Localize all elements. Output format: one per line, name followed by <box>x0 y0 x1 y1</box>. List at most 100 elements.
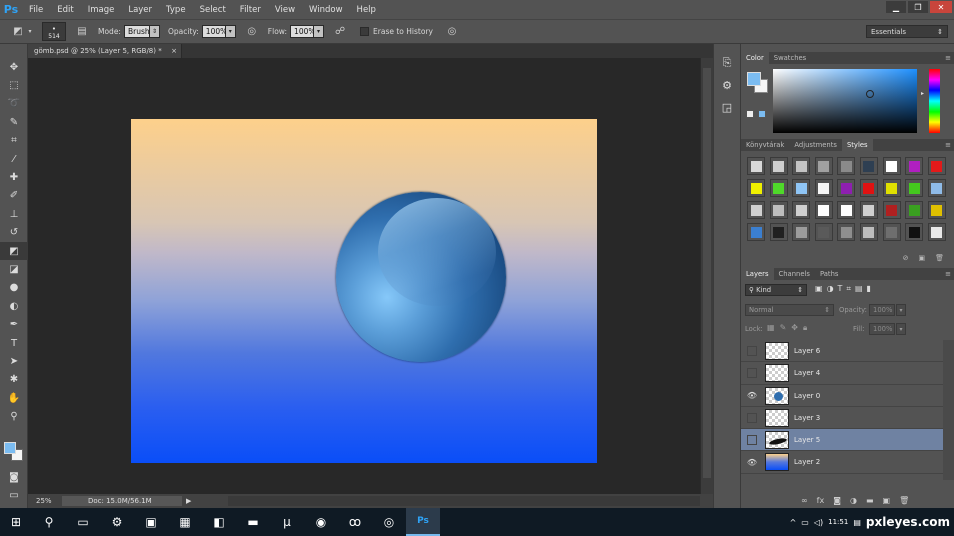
file-explorer-icon[interactable]: ▬ <box>236 508 270 536</box>
clock[interactable]: 11:51 <box>828 518 848 526</box>
mode-select[interactable]: Brush <box>123 25 150 38</box>
history-brush-icon[interactable]: ↺ <box>0 224 28 242</box>
panel-menu-icon[interactable]: ≡ <box>945 54 951 62</box>
style-preset[interactable] <box>882 201 901 219</box>
lock-all-icon[interactable]: 🔒︎ <box>803 323 807 333</box>
filter-pixel-icon[interactable]: ▣ <box>815 284 823 294</box>
brush-icon[interactable]: ✐ <box>0 187 28 205</box>
calculator-icon[interactable]: ▦ <box>168 508 202 536</box>
workspace-select[interactable]: Essentials ⇕ <box>866 25 948 38</box>
panel-menu-icon[interactable]: ≡ <box>945 141 951 149</box>
style-preset[interactable] <box>769 157 788 175</box>
task-view-icon[interactable]: ▭ <box>66 508 100 536</box>
network-icon[interactable]: ▭ <box>801 518 809 527</box>
fill-input[interactable]: 100% <box>869 323 895 335</box>
tab-styles[interactable]: Styles <box>841 139 873 151</box>
screen-mode-icon[interactable]: ▭ <box>0 486 28 504</box>
notes-icon[interactable]: ◧ <box>202 508 236 536</box>
swirl-app-icon[interactable]: ꝏ <box>338 508 372 536</box>
pen-icon[interactable]: ✒ <box>0 315 28 333</box>
tab-libraries[interactable]: Könyvtárak <box>741 139 789 151</box>
menu-type[interactable]: Type <box>159 5 193 15</box>
store-icon[interactable]: ▣ <box>134 508 168 536</box>
blur-icon[interactable]: ● <box>0 279 28 297</box>
style-preset[interactable] <box>769 179 788 197</box>
windows-start-icon[interactable]: ⊞ <box>0 508 32 536</box>
search-icon[interactable]: ⚲ <box>32 508 66 536</box>
style-preset[interactable] <box>837 179 856 197</box>
menu-filter[interactable]: Filter <box>233 5 268 15</box>
style-preset[interactable] <box>927 201 946 219</box>
menu-window[interactable]: Window <box>302 5 350 15</box>
hand-icon[interactable]: ✋ <box>0 389 28 407</box>
pressure-opacity-icon[interactable]: ◎ <box>244 24 260 40</box>
menu-view[interactable]: View <box>268 5 302 15</box>
tab-swatches[interactable]: Swatches <box>769 52 811 64</box>
eraser-icon[interactable]: ◩ <box>0 241 28 261</box>
visibility-toggle[interactable] <box>747 368 757 379</box>
visibility-toggle[interactable] <box>747 435 757 446</box>
style-preset[interactable] <box>814 201 833 219</box>
chrome-icon[interactable]: ◎ <box>372 508 406 536</box>
style-preset[interactable] <box>769 223 788 241</box>
style-preset[interactable] <box>769 201 788 219</box>
close-button[interactable]: ✕ <box>930 1 952 13</box>
type-icon[interactable]: T <box>0 334 28 352</box>
flow-input[interactable]: 100% <box>290 25 316 38</box>
character-panel-icon[interactable]: ◲ <box>714 96 740 118</box>
style-preset[interactable] <box>859 179 878 197</box>
erase-to-history-checkbox[interactable] <box>360 27 370 36</box>
canvas-pasteboard[interactable] <box>28 58 700 494</box>
opacity-input[interactable]: 100% <box>201 25 227 38</box>
fill-dropdown-icon[interactable]: ▾ <box>896 323 906 335</box>
menu-file[interactable]: File <box>22 5 50 15</box>
style-preset[interactable] <box>882 179 901 197</box>
color-panel-foreground-swatch[interactable] <box>747 72 761 86</box>
style-preset[interactable] <box>905 157 924 175</box>
style-preset[interactable] <box>792 201 811 219</box>
layer-row[interactable]: 👁︎ Layer 2 <box>741 451 943 474</box>
photoshop-icon[interactable]: Ps <box>406 508 440 536</box>
style-preset[interactable] <box>814 223 833 241</box>
delete-style-icon[interactable]: 🗑 <box>935 254 944 266</box>
mode-dropdown-icon[interactable]: ⇕ <box>149 25 160 38</box>
menu-layer[interactable]: Layer <box>121 5 159 15</box>
path-select-icon[interactable]: ➤ <box>0 352 28 370</box>
new-layer-icon[interactable]: ▣ <box>883 496 891 505</box>
marquee-icon[interactable]: ⬚ <box>0 76 28 94</box>
airbrush-icon[interactable]: ☍ <box>332 24 348 40</box>
style-preset[interactable] <box>905 179 924 197</box>
shape-icon[interactable]: ✱ <box>0 371 28 389</box>
volume-icon[interactable]: ◁) <box>814 518 823 527</box>
lasso-icon[interactable]: ➰ <box>0 95 28 113</box>
brush-panel-icon[interactable]: ▤ <box>74 24 90 40</box>
bucket-icon[interactable]: ◪ <box>0 260 28 278</box>
menu-image[interactable]: Image <box>81 5 122 15</box>
layer-row[interactable]: Layer 3 <box>741 406 943 430</box>
vertical-scroll-thumb[interactable] <box>703 68 711 478</box>
filter-toggle-icon[interactable]: ▮ <box>867 284 871 294</box>
document-info[interactable]: Doc: 15.0M/56.1M <box>62 496 182 506</box>
brush-size-picker[interactable]: • 514 <box>42 22 66 41</box>
layer-filter-select[interactable]: ⚲ Kind ⇕ <box>745 284 807 296</box>
style-preset[interactable] <box>882 223 901 241</box>
opacity-dropdown-icon[interactable]: ▾ <box>225 25 236 38</box>
style-preset[interactable] <box>927 223 946 241</box>
style-preset[interactable] <box>814 179 833 197</box>
new-group-icon[interactable]: ▬ <box>866 496 874 505</box>
eraser-tool-icon[interactable]: ◩ <box>10 24 26 40</box>
style-preset[interactable] <box>859 157 878 175</box>
link-layers-icon[interactable]: ∞ <box>801 496 808 505</box>
web-safe-swatch[interactable] <box>758 110 766 118</box>
move-icon[interactable]: ✥ <box>0 58 28 76</box>
eye-icon[interactable]: 👁︎ <box>747 391 757 401</box>
tab-paths[interactable]: Paths <box>815 268 843 280</box>
quick-select-icon[interactable]: ✎ <box>0 113 28 131</box>
filter-type-icon[interactable]: T <box>838 284 843 294</box>
blend-mode-select[interactable]: Normal ⇕ <box>745 304 834 316</box>
notifications-icon[interactable]: ▤ <box>853 518 861 527</box>
color-picker-marker[interactable] <box>866 90 874 98</box>
lock-pixels-icon[interactable]: ✎ <box>780 323 787 333</box>
browser-icon[interactable]: ◉ <box>304 508 338 536</box>
style-preset[interactable] <box>859 201 878 219</box>
